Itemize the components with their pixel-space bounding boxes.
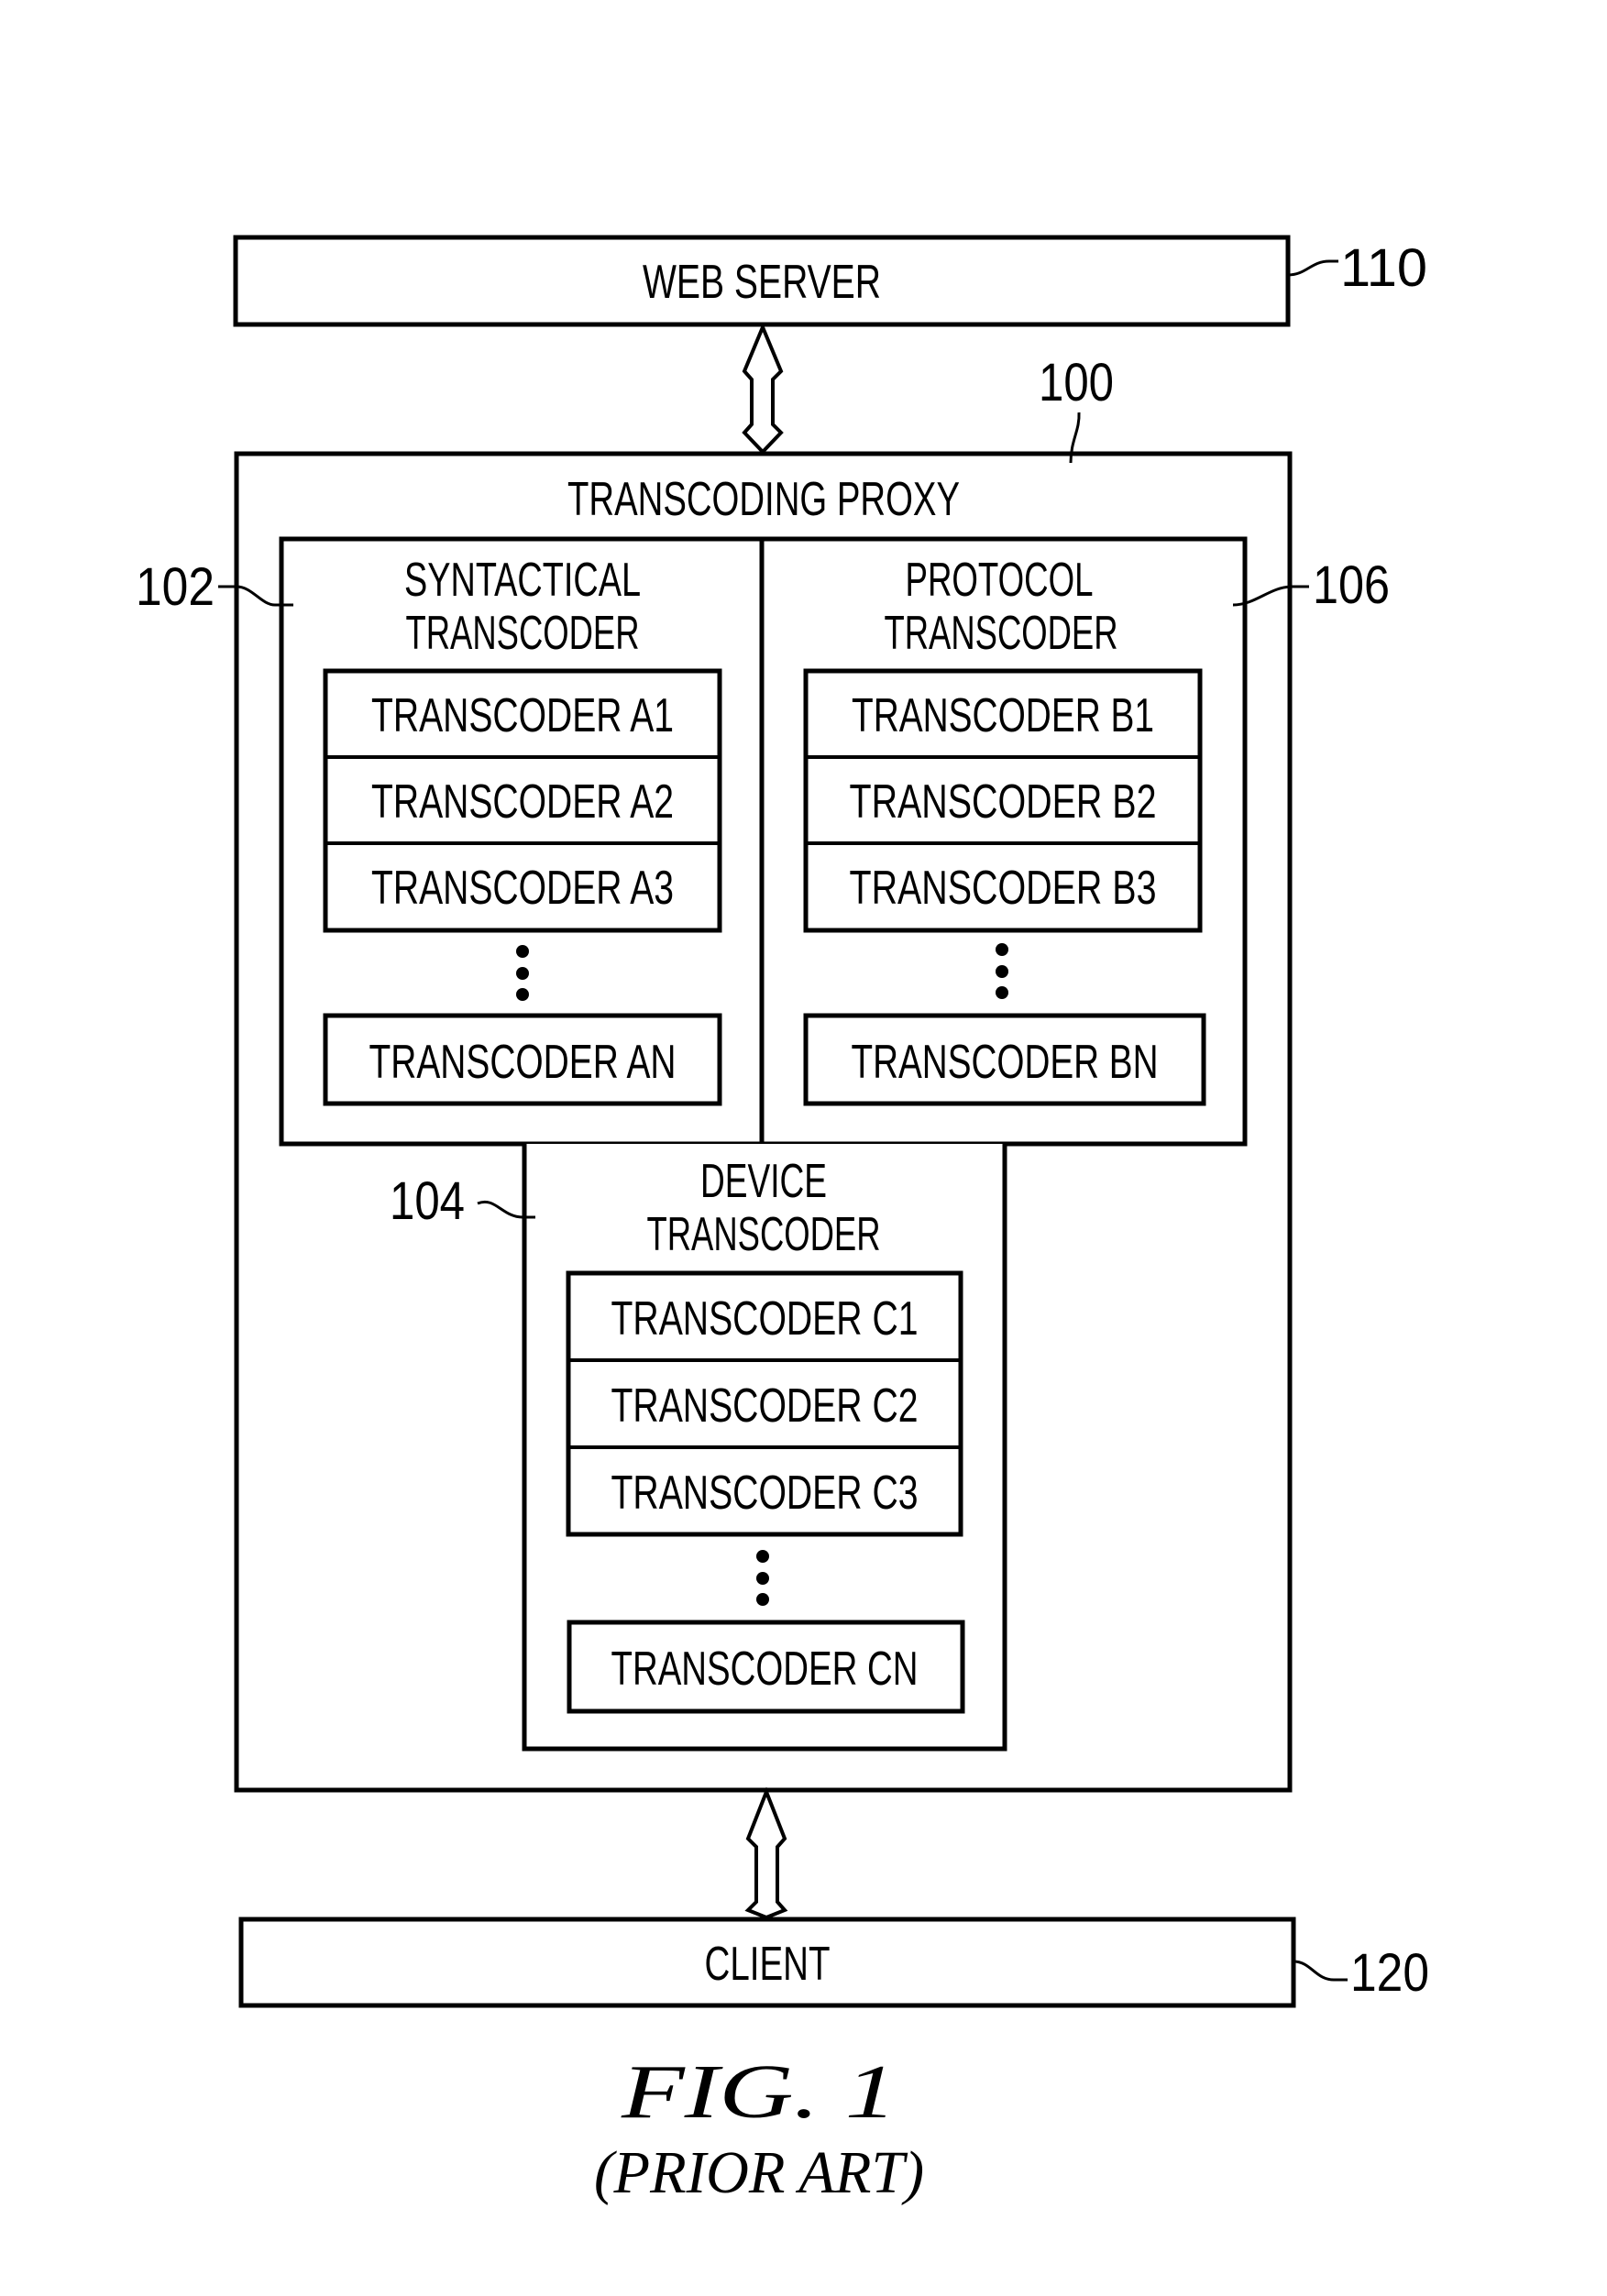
device-title-line2: TRANSCODER bbox=[647, 1208, 881, 1261]
syntactical-title-line1: SYNTACTICAL bbox=[404, 554, 641, 607]
web-server-label: WEB SERVER bbox=[643, 256, 881, 309]
bidirectional-arrow-top-icon bbox=[742, 322, 784, 455]
bidirectional-arrow-bottom-icon bbox=[744, 1786, 788, 1920]
syntactical-transcoder-block: SYNTACTICAL TRANSCODER TRANSCODER A1 TRA… bbox=[136, 536, 765, 1147]
syntactical-ref: 102 bbox=[136, 557, 215, 617]
transcoder-bn: TRANSCODER BN bbox=[852, 1036, 1159, 1089]
ellipsis-dot bbox=[996, 986, 1008, 999]
protocol-transcoder-block: PROTOCOL TRANSCODER TRANSCODER B1 TRANSC… bbox=[759, 536, 1390, 1147]
transcoder-c3: TRANSCODER C3 bbox=[611, 1467, 919, 1520]
client-ref: 120 bbox=[1350, 1943, 1429, 2003]
figure-note: (PRIOR ART) bbox=[594, 2139, 924, 2206]
transcoding-proxy-diagram: WEB SERVER 110 TRANSCODING PROXY 100 SYN… bbox=[136, 235, 1429, 2206]
syntactical-title-line2: TRANSCODER bbox=[406, 607, 640, 660]
transcoder-a3: TRANSCODER A3 bbox=[371, 862, 674, 915]
transcoder-a1: TRANSCODER A1 bbox=[371, 689, 674, 742]
transcoder-b3: TRANSCODER B3 bbox=[850, 862, 1157, 915]
protocol-title-line1: PROTOCOL bbox=[906, 554, 1094, 607]
device-title-line1: DEVICE bbox=[700, 1155, 827, 1208]
client-block: CLIENT 120 bbox=[238, 1917, 1429, 2008]
client-label: CLIENT bbox=[705, 1938, 831, 1991]
ellipsis-dot bbox=[996, 965, 1008, 978]
transcoder-cn: TRANSCODER CN bbox=[611, 1642, 919, 1696]
ellipsis-dot bbox=[996, 943, 1008, 956]
figure-caption: FIG. 1 bbox=[621, 2049, 897, 2135]
web-server-leader bbox=[1287, 259, 1338, 277]
ellipsis-dot bbox=[756, 1572, 769, 1585]
protocol-ref: 106 bbox=[1313, 555, 1390, 615]
ellipsis-dot bbox=[516, 945, 529, 958]
transcoder-b1: TRANSCODER B1 bbox=[852, 689, 1154, 742]
transcoder-c1: TRANSCODER C1 bbox=[611, 1292, 919, 1346]
ellipsis-dot bbox=[516, 967, 529, 980]
transcoder-b2: TRANSCODER B2 bbox=[850, 775, 1157, 829]
proxy-label: TRANSCODING PROXY bbox=[567, 473, 960, 526]
ellipsis-dot bbox=[756, 1593, 769, 1606]
web-server-block: WEB SERVER 110 bbox=[233, 235, 1427, 327]
protocol-title-line2: TRANSCODER bbox=[885, 607, 1118, 660]
transcoder-a2: TRANSCODER A2 bbox=[371, 775, 674, 829]
device-ref: 104 bbox=[390, 1171, 465, 1231]
web-server-ref: 110 bbox=[1340, 238, 1427, 298]
transcoder-c2: TRANSCODER C2 bbox=[611, 1379, 919, 1433]
ellipsis-dot bbox=[516, 988, 529, 1001]
transcoder-an: TRANSCODER AN bbox=[369, 1036, 677, 1089]
ellipsis-dot bbox=[756, 1550, 769, 1563]
client-leader bbox=[1293, 1960, 1348, 1982]
proxy-ref: 100 bbox=[1039, 353, 1114, 412]
